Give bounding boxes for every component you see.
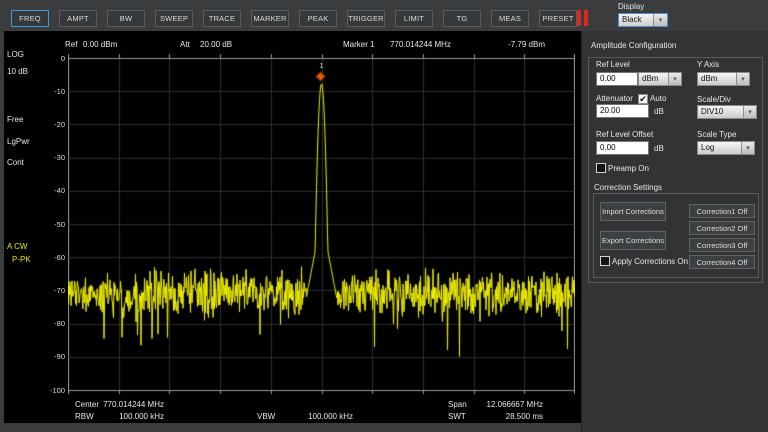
panel-title: Amplitude Configuration [591, 41, 676, 50]
display-theme-value: Black [619, 14, 653, 26]
att-value: 20.00 dB [200, 40, 232, 49]
status-log: LOG [7, 50, 24, 59]
toolbar-button-trigger[interactable]: TRIGGER [347, 10, 385, 27]
y-tick--90: -90 [41, 352, 65, 361]
ref-level-unit-select[interactable]: dBm ▾ [638, 72, 682, 86]
toolbar-button-sweep[interactable]: SWEEP [155, 10, 193, 27]
status-scale: 10 dB [7, 67, 28, 76]
ref-level-offset-label: Ref Level Offset [596, 130, 653, 139]
app-window: FREQ AMPT BW SWEEP TRACE MARKER PEAK TRIGGER LIM… [0, 0, 768, 432]
chevron-down-icon[interactable]: ▾ [743, 106, 756, 118]
scale-div-value: DIV10 [698, 106, 743, 118]
y-tick--60: -60 [41, 253, 65, 262]
y-tick--50: -50 [41, 220, 65, 229]
span-value: 12.066667 MHz [483, 400, 543, 409]
y-tick--40: -40 [41, 186, 65, 195]
import-corrections-button[interactable]: Import Corrections [600, 202, 666, 221]
y-tick--100: -100 [41, 386, 65, 395]
rbw-label: RBW [75, 412, 94, 421]
chevron-down-icon[interactable]: ▾ [736, 73, 749, 85]
att-label: Att [180, 40, 190, 49]
y-axis-select[interactable]: dBm ▾ [697, 72, 750, 86]
chevron-down-icon[interactable]: ▾ [653, 14, 667, 26]
spectrum-trace-plot[interactable] [68, 54, 575, 395]
preamp-label: Preamp On [608, 164, 649, 173]
toolbar-button-limit[interactable]: LIMIT [395, 10, 433, 27]
span-label: Span [448, 400, 467, 409]
toolbar-button-preset[interactable]: PRESET [539, 10, 577, 27]
toolbar-button-freq[interactable]: FREQ [11, 10, 49, 27]
toolbar-button-peak[interactable]: PEAK [299, 10, 337, 27]
display-label: Display [618, 2, 668, 11]
y-axis-label: Y Axis [697, 60, 719, 69]
center-label: Center [75, 400, 99, 409]
scale-div-select[interactable]: DIV10 ▾ [697, 105, 757, 119]
ref-level-input[interactable]: 0.00 [596, 72, 638, 86]
apply-corrections-label: Apply Corrections On [612, 257, 688, 266]
ref-level-unit-value: dBm [639, 73, 668, 85]
chevron-down-icon[interactable]: ▾ [668, 73, 681, 85]
apply-corrections-checkbox[interactable] [600, 256, 610, 266]
correction3-toggle-button[interactable]: Correction3 Off [689, 238, 755, 252]
correction4-toggle-button[interactable]: Correction4 Off [689, 255, 755, 269]
y-tick--20: -20 [41, 120, 65, 129]
status-cont: Cont [7, 158, 24, 167]
scale-type-value: Log [698, 142, 741, 154]
ref-label: Ref [65, 40, 77, 49]
y-tick--70: -70 [41, 286, 65, 295]
toolbar-button-marker[interactable]: MARKER [251, 10, 289, 27]
attenuator-unit: dB [654, 107, 664, 116]
status-ppk: P-PK [12, 255, 31, 264]
vbw-label: VBW [257, 412, 275, 421]
marker-label: Marker 1 [343, 40, 375, 49]
attenuator-label: Attenuator [596, 94, 633, 103]
status-lgpwr: LgPwr [7, 137, 30, 146]
auto-checkbox[interactable]: ✔ [638, 94, 648, 104]
y-tick--80: -80 [41, 319, 65, 328]
swt-label: SWT [448, 412, 466, 421]
display-theme-select[interactable]: Black ▾ [618, 13, 668, 27]
y-tick--30: -30 [41, 153, 65, 162]
rbw-value: 100.000 kHz [100, 412, 164, 421]
preamp-checkbox[interactable] [596, 163, 606, 173]
toolbar-button-meas[interactable]: MEAS [491, 10, 529, 27]
scale-type-label: Scale Type [697, 130, 736, 139]
toolbar-button-tg[interactable]: TG [443, 10, 481, 27]
ref-value: 0.00 dBm [83, 40, 117, 49]
toolbar-button-bw[interactable]: BW [107, 10, 145, 27]
correction2-toggle-button[interactable]: Correction2 Off [689, 221, 755, 235]
ref-level-label: Ref Level [596, 60, 630, 69]
scale-type-select[interactable]: Log ▾ [697, 141, 755, 155]
auto-label: Auto [650, 94, 666, 103]
attenuator-input[interactable]: 20.00 [596, 104, 649, 118]
export-corrections-button[interactable]: Export Corrections [600, 231, 666, 250]
spectrum-display: LOG 10 dB Free LgPwr Cont A CW P-PK Ref … [4, 31, 581, 423]
chevron-down-icon[interactable]: ▾ [741, 142, 754, 154]
marker-number-label: 1 [318, 63, 326, 70]
y-axis-value: dBm [698, 73, 736, 85]
swt-value: 28.500 ms [483, 412, 543, 421]
scale-div-label: Scale/Div [697, 95, 731, 104]
amplitude-config-panel: Amplitude Configuration Ref Level 0.00 d… [581, 31, 768, 432]
correction-settings-title: Correction Settings [594, 183, 662, 192]
y-tick--10: -10 [41, 87, 65, 96]
toolbar-button-trace[interactable]: TRACE [203, 10, 241, 27]
y-tick-0: 0 [41, 54, 65, 63]
marker-freq: 770.014244 MHz [390, 40, 451, 49]
toolbar: FREQ AMPT BW SWEEP TRACE MARKER PEAK TRIGGER LIM… [11, 10, 577, 27]
display-select-group: Display Black ▾ [618, 2, 668, 27]
status-free: Free [7, 115, 23, 124]
correction1-toggle-button[interactable]: Correction1 Off [689, 204, 755, 218]
marker-amp: -7.79 dBm [464, 40, 545, 49]
vbw-value: 100.000 kHz [293, 412, 353, 421]
status-acw: A CW [7, 242, 27, 251]
ref-level-offset-input[interactable]: 0.00 [596, 141, 649, 155]
pause-icon[interactable] [577, 10, 589, 26]
center-value: 770.014244 MHz [100, 400, 164, 409]
ref-level-offset-unit: dB [654, 144, 664, 153]
toolbar-button-ampt[interactable]: AMPT [59, 10, 97, 27]
